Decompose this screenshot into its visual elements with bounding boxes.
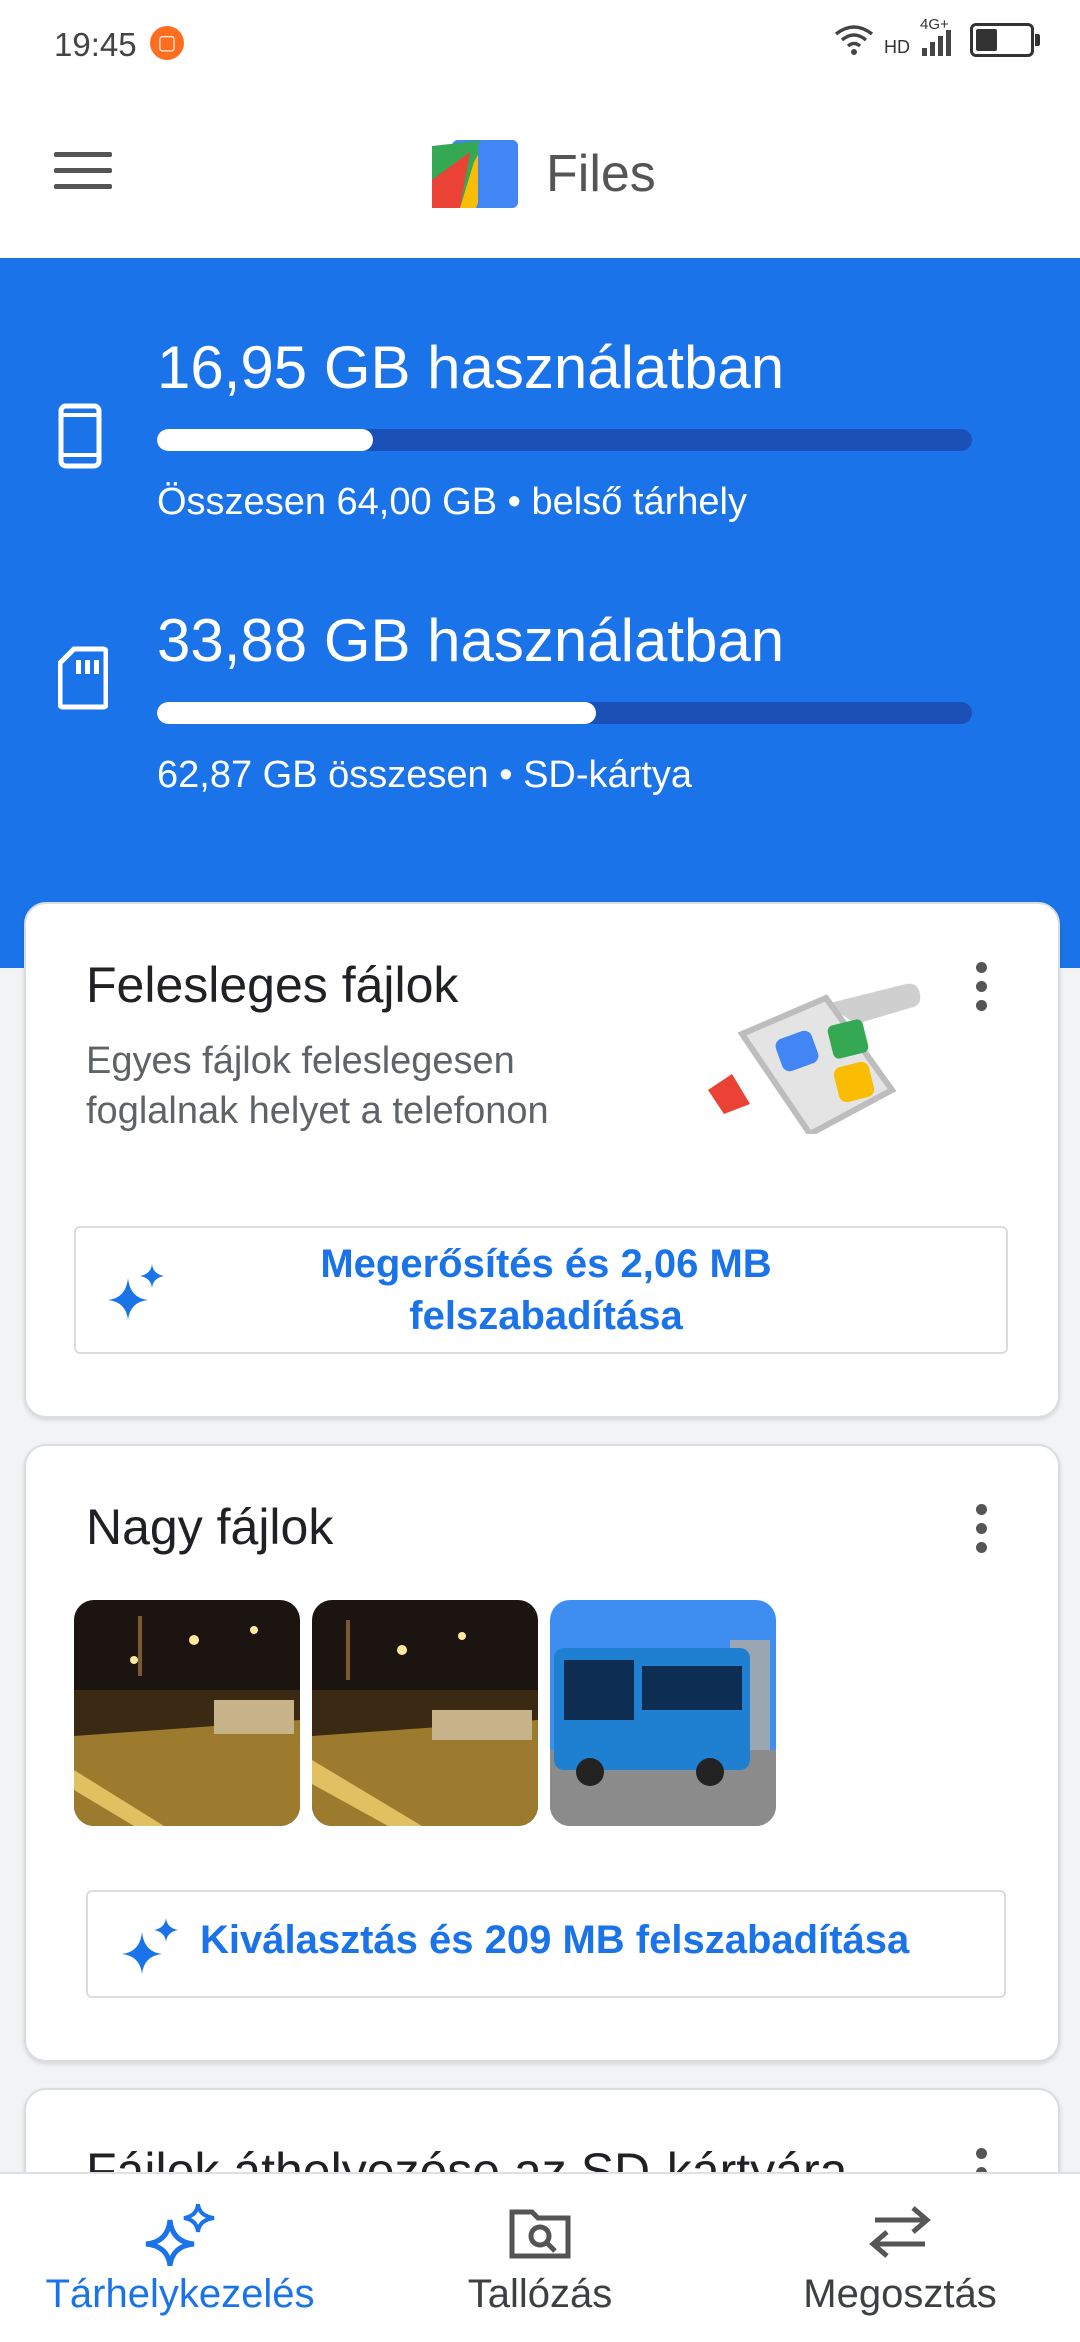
large-files-card: Nagy fájlok Kiválasztás és 209 MB felsza… xyxy=(24,1444,1060,2062)
wifi-icon xyxy=(834,25,874,55)
nav-share[interactable]: Megosztás xyxy=(720,2174,1080,2342)
junk-files-card: Felesleges fájlok Egyes fájlok feleslege… xyxy=(24,902,1060,1418)
nav-browse[interactable]: Tallózás xyxy=(360,2174,720,2342)
app-bar: Files xyxy=(0,92,1080,258)
sparkle-icon xyxy=(108,1264,164,1320)
confirm-free-up-button[interactable]: Megerősítés és 2,06 MB felszabadítása xyxy=(74,1226,1008,1354)
internal-usage-fill xyxy=(157,429,373,451)
large-files-title: Nagy fájlok xyxy=(86,1499,334,1555)
menu-button[interactable] xyxy=(54,152,112,192)
sd-usage-fill xyxy=(157,702,597,724)
phone-icon xyxy=(58,403,102,469)
status-bar: 19:45 ▢ HD 4G+ xyxy=(0,0,1080,92)
bottom-navigation: Tárhelykezelés Tallózás Megosztás xyxy=(0,2172,1080,2342)
junk-files-description: Egyes fájlok feleslegesen foglalnak hely… xyxy=(86,1040,549,1132)
thumbnail-blue-bus[interactable] xyxy=(550,1600,776,1826)
thumbnail-night-square-2[interactable] xyxy=(312,1600,538,1826)
notification-icon: ▢ xyxy=(150,26,184,60)
thumbnail-night-square[interactable] xyxy=(74,1600,300,1826)
confirm-free-up-label: Megerősítés és 2,06 MB felszabadítása xyxy=(320,1242,772,1338)
sparkle-icon xyxy=(145,2204,215,2266)
sparkle-icon xyxy=(122,1918,178,1974)
large-more-options-button[interactable] xyxy=(976,1504,988,1561)
storage-overview: 16,95 GB használatban Összesen 64,00 GB … xyxy=(0,258,1080,968)
status-icons: HD 4G+ xyxy=(834,16,1040,58)
internal-used-label: 16,95 GB használatban xyxy=(157,334,785,401)
select-free-up-label: Kiválasztás és 209 MB felszabadítása xyxy=(200,1918,910,1962)
files-logo-icon xyxy=(432,140,518,208)
select-free-up-button[interactable]: Kiválasztás és 209 MB felszabadítása xyxy=(86,1890,1006,1998)
sd-used-label: 33,88 GB használatban xyxy=(157,607,785,674)
large-files-thumbnails xyxy=(74,1600,794,1826)
swap-arrows-icon xyxy=(869,2206,931,2258)
signal-icon: 4G+ xyxy=(920,16,954,58)
junk-more-options-button[interactable] xyxy=(976,962,988,1019)
sd-card-icon xyxy=(58,646,108,710)
hd-indicator: HD xyxy=(884,36,910,57)
status-time: 19:45 xyxy=(54,26,137,63)
internal-usage-bar xyxy=(157,429,972,451)
junk-files-title: Felesleges fájlok xyxy=(86,957,459,1013)
nav-storage-management[interactable]: Tárhelykezelés xyxy=(0,2174,360,2342)
folder-search-icon xyxy=(509,2209,571,2259)
internal-total-label: Összesen 64,00 GB • belső tárhely xyxy=(157,481,747,523)
cleaning-illustration-icon xyxy=(708,983,921,1134)
nav-browse-label: Tallózás xyxy=(467,2272,613,2316)
battery-icon xyxy=(970,23,1040,57)
app-title: Files xyxy=(546,145,656,203)
nav-share-label: Megosztás xyxy=(803,2272,997,2316)
sd-usage-bar xyxy=(157,702,972,724)
sd-total-label: 62,87 GB összesen • SD-kártya xyxy=(157,754,692,796)
nav-storage-label: Tárhelykezelés xyxy=(45,2272,315,2316)
